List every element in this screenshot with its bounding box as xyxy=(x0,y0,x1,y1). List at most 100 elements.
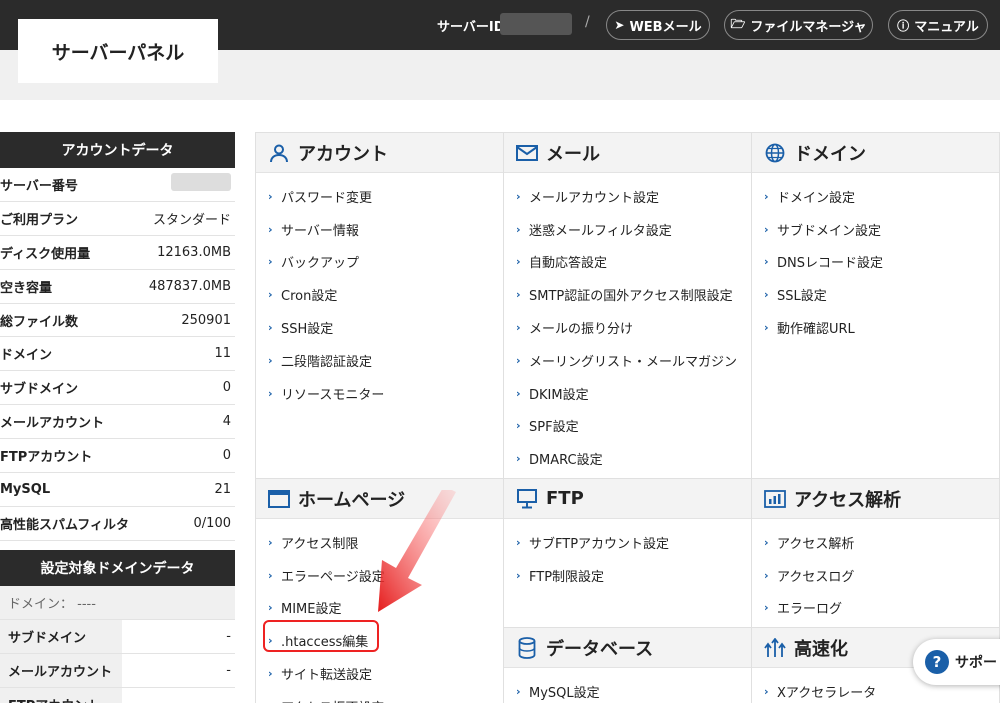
menu-item-label: エラーログ xyxy=(777,602,843,618)
chevron-right-icon: › xyxy=(516,386,521,400)
menu-item-label: リソースモニター xyxy=(281,387,385,403)
menu-item-homepage-3[interactable]: › .htaccess編集 xyxy=(256,624,503,657)
chevron-right-icon: › xyxy=(516,419,521,433)
blurred-value xyxy=(171,173,231,192)
menu-item-mail-5[interactable]: › メーリングリスト・メールマガジン xyxy=(504,344,751,377)
menu-item-domain-3[interactable]: › SSL設定 xyxy=(752,278,999,311)
menu-item-account-4[interactable]: › SSH設定 xyxy=(256,311,503,344)
menu-item-label: DMARC設定 xyxy=(529,453,603,469)
question-icon: ⓘ xyxy=(897,18,910,33)
menu-item-database-0[interactable]: › MySQL設定 xyxy=(504,675,751,703)
row-label: サブドメイン xyxy=(0,620,122,653)
menu-item-analytics-2[interactable]: › エラーログ xyxy=(752,592,999,625)
menu-item-homepage-2[interactable]: › MIME設定 xyxy=(256,592,503,625)
menu-item-label: DKIM設定 xyxy=(529,387,589,403)
row-value: 4 xyxy=(222,414,231,430)
menu-item-mail-7[interactable]: › SPF設定 xyxy=(504,410,751,443)
menu-item-label: 迷惑メールフィルタ設定 xyxy=(529,223,672,239)
chevron-right-icon: › xyxy=(516,452,521,466)
chevron-right-icon: › xyxy=(268,535,273,549)
database-menu: データベース › MySQL設定 xyxy=(503,627,752,703)
menu-item-label: FTP制限設定 xyxy=(529,569,605,585)
table-row: サーバー番号 xyxy=(0,168,235,202)
bar-chart-icon xyxy=(764,488,786,510)
globe-icon xyxy=(764,142,786,164)
menu-item-domain-4[interactable]: › 動作確認URL xyxy=(752,311,999,344)
menu-item-homepage-4[interactable]: › サイト転送設定 xyxy=(256,657,503,690)
webmail-button[interactable]: ➤ WEBメール xyxy=(606,10,710,40)
menu-item-account-6[interactable]: › リソースモニター xyxy=(256,377,503,410)
database-menu-title: データベース xyxy=(546,638,654,660)
homepage-menu: ホームページ › アクセス制限 › エラーページ設定 › MIME設定 › .htaccess… xyxy=(255,478,504,703)
menu-item-label: アクセスログ xyxy=(777,569,855,585)
menu-item-analytics-1[interactable]: › アクセスログ xyxy=(752,559,999,592)
chevron-right-icon: › xyxy=(764,684,769,698)
chevron-right-icon: › xyxy=(268,255,273,269)
support-chat-button[interactable]: ? サポー xyxy=(913,639,1000,685)
menu-item-mail-4[interactable]: › メールの振り分け xyxy=(504,311,751,344)
ftp-menu: FTP › サブFTPアカウント設定 › FTP制限設定 xyxy=(503,478,752,628)
row-value: - xyxy=(226,663,231,678)
menu-item-analytics-0[interactable]: › アクセス解析 xyxy=(752,526,999,559)
menu-item-account-2[interactable]: › バックアップ xyxy=(256,246,503,279)
table-row: ディスク使用量 12163.0MB xyxy=(0,236,235,270)
file-manager-button[interactable]: 🗁 ファイルマネージャ xyxy=(724,10,873,40)
domain-data-table: ドメイン： ---- サブドメイン - メールアカウント - FTPアカウント … xyxy=(0,586,235,703)
menu-item-label: SSH設定 xyxy=(281,322,334,338)
menu-item-label: サブドメイン設定 xyxy=(777,223,882,239)
menu-item-label: MySQL設定 xyxy=(529,685,600,701)
server-id-label: サーバーID xyxy=(437,20,505,35)
menu-item-domain-1[interactable]: › サブドメイン設定 xyxy=(752,213,999,246)
chevron-right-icon: › xyxy=(268,353,273,367)
menu-item-mail-0[interactable]: › メールアカウント設定 xyxy=(504,180,751,213)
chevron-right-icon: › xyxy=(764,568,769,582)
manual-button[interactable]: ⓘ マニュアル xyxy=(888,10,988,40)
chevron-right-icon: › xyxy=(764,601,769,615)
row-label: ドメイン xyxy=(0,348,53,364)
envelope-icon xyxy=(516,142,538,164)
menu-item-account-3[interactable]: › Cron設定 xyxy=(256,278,503,311)
menu-item-domain-2[interactable]: › DNSレコード設定 xyxy=(752,246,999,279)
menu-item-mail-3[interactable]: › SMTP認証の国外アクセス制限設定 xyxy=(504,278,751,311)
table-row: サブドメイン 0 xyxy=(0,371,235,406)
chevron-right-icon: › xyxy=(268,667,273,681)
row-value: 0 xyxy=(222,448,231,464)
speed-menu-title: 高速化 xyxy=(794,638,848,660)
domain-menu: ドメイン › ドメイン設定 › サブドメイン設定 › DNSレコード設定 › SSL設定 › 動作… xyxy=(751,132,1000,479)
menu-item-mail-6[interactable]: › DKIM設定 xyxy=(504,377,751,410)
menu-item-label: アクセス解析 xyxy=(777,536,855,552)
menu-item-account-0[interactable]: › パスワード変更 xyxy=(256,180,503,213)
row-value: 12163.0MB xyxy=(157,244,231,260)
menu-item-label: 動作確認URL xyxy=(777,322,855,338)
table-row: FTPアカウント - xyxy=(0,688,235,703)
menu-item-account-1[interactable]: › サーバー情報 xyxy=(256,213,503,246)
row-label: サーバー番号 xyxy=(0,178,78,194)
support-label: サポー xyxy=(955,655,997,671)
chevron-right-icon: › xyxy=(268,222,273,236)
menu-item-homepage-5[interactable]: ›アクセス拒否設定 xyxy=(256,690,503,703)
analytics-menu: アクセス解析 › アクセス解析 › アクセスログ › エラーログ xyxy=(751,478,1000,628)
menu-item-label: メールの振り分け xyxy=(529,322,634,338)
question-icon: ? xyxy=(925,650,949,674)
row-label: 空き容量 xyxy=(0,280,53,296)
server-panel-logo[interactable]: サーバーパネル xyxy=(18,19,218,83)
account-menu: アカウント › パスワード変更 › サーバー情報 › バックアップ › Cron設定 › SSH設… xyxy=(255,132,504,479)
domain-line: ドメイン： ---- xyxy=(0,586,235,620)
row-value: 21 xyxy=(214,481,231,497)
menu-item-homepage-1[interactable]: › エラーページ設定 xyxy=(256,559,503,592)
menu-item-mail-2[interactable]: › 自動応答設定 xyxy=(504,246,751,279)
table-row: MySQL 21 xyxy=(0,473,235,507)
menu-item-homepage-0[interactable]: › アクセス制限 xyxy=(256,526,503,559)
menu-item-domain-0[interactable]: › ドメイン設定 xyxy=(752,180,999,213)
chevron-right-icon: › xyxy=(516,568,521,582)
menu-item-ftp-1[interactable]: › FTP制限設定 xyxy=(504,559,751,592)
menu-item-mail-1[interactable]: › 迷惑メールフィルタ設定 xyxy=(504,213,751,246)
menu-item-label: MIME設定 xyxy=(281,602,342,618)
chevron-right-icon: › xyxy=(516,353,521,367)
mail-menu-title: メール xyxy=(546,143,600,165)
menu-item-mail-8[interactable]: › DMARC設定 xyxy=(504,442,751,475)
menu-item-ftp-0[interactable]: › サブFTPアカウント設定 xyxy=(504,526,751,559)
account-data-heading: アカウントデータ xyxy=(0,132,235,168)
menu-item-account-5[interactable]: › 二段階認証設定 xyxy=(256,344,503,377)
domain-data-heading: 設定対象ドメインデータ xyxy=(0,550,235,586)
